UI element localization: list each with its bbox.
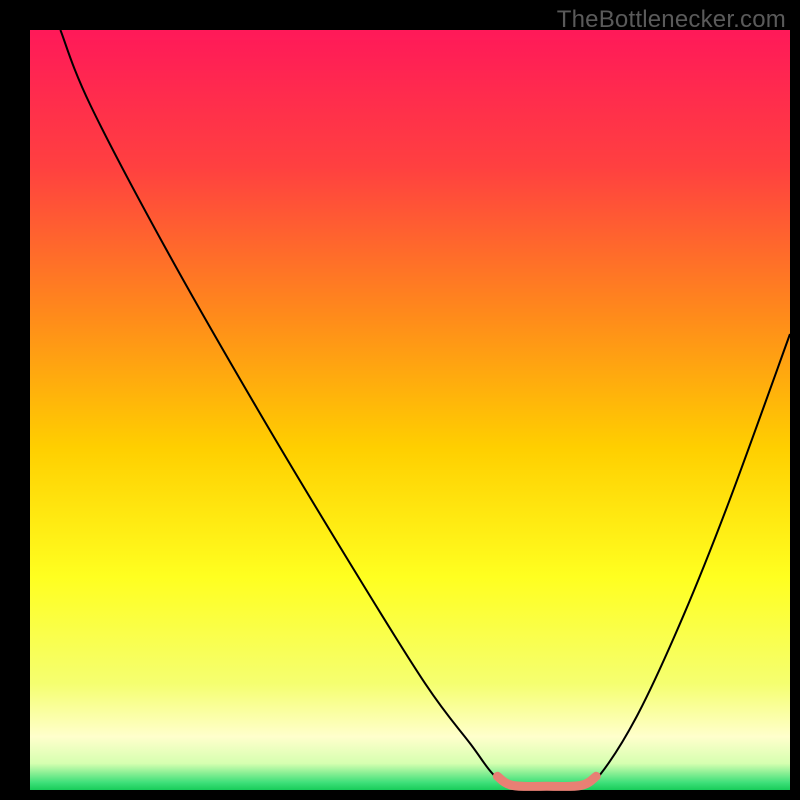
- bottleneck-chart: [0, 0, 800, 800]
- plot-background: [30, 30, 790, 790]
- watermark-text: TheBottlenecker.com: [557, 6, 786, 34]
- chart-frame: TheBottlenecker.com: [0, 0, 800, 800]
